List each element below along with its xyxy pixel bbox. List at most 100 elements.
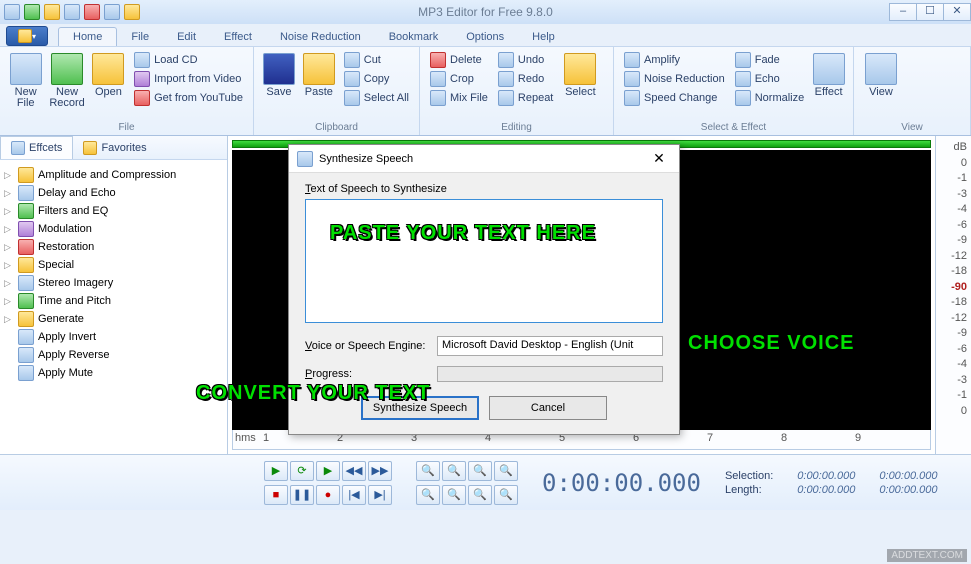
qat-icon[interactable] bbox=[24, 4, 40, 20]
effect-icon bbox=[18, 239, 34, 255]
load-cd-button[interactable]: Load CD bbox=[130, 51, 247, 69]
noise-reduction-button[interactable]: Noise Reduction bbox=[620, 70, 729, 88]
db-tick: -9 bbox=[936, 326, 971, 342]
redo-button[interactable]: Redo bbox=[494, 70, 557, 88]
tree-item[interactable]: ▷Restoration bbox=[4, 238, 223, 256]
panel-tab-effects[interactable]: Effcets bbox=[0, 136, 73, 159]
zoom-out-button[interactable]: 🔍 bbox=[442, 461, 466, 481]
zoom-sel-button[interactable]: 🔍 bbox=[494, 461, 518, 481]
view-button[interactable]: View bbox=[860, 49, 902, 98]
tab-home[interactable]: Home bbox=[58, 27, 117, 46]
skip-start-button[interactable]: |◀ bbox=[342, 485, 366, 505]
db-tick: -3 bbox=[936, 187, 971, 203]
play-select-button[interactable]: ▶ bbox=[316, 461, 340, 481]
tree-item[interactable]: ▷Generate bbox=[4, 310, 223, 328]
select-button[interactable]: Select bbox=[559, 49, 601, 107]
transport-buttons: ▶ ⟳ ▶ ◀◀ ▶▶ ■ ❚❚ ● |◀ ▶| bbox=[264, 461, 392, 505]
repeat-button[interactable]: Repeat bbox=[494, 89, 557, 107]
tab-help[interactable]: Help bbox=[518, 28, 569, 46]
save-button[interactable]: Save bbox=[260, 49, 298, 107]
tree-item[interactable]: ▷Time and Pitch bbox=[4, 292, 223, 310]
qat-icon[interactable] bbox=[4, 4, 20, 20]
tree-item[interactable]: Apply Mute bbox=[4, 364, 223, 382]
zoom-v-out-button[interactable]: 🔍 bbox=[442, 485, 466, 505]
close-button[interactable]: ✕ bbox=[943, 3, 971, 21]
tab-noise-reduction[interactable]: Noise Reduction bbox=[266, 28, 375, 46]
new-file-button[interactable]: New File bbox=[6, 49, 45, 109]
zoom-in-button[interactable]: 🔍 bbox=[416, 461, 440, 481]
tree-item[interactable]: ▷Delay and Echo bbox=[4, 184, 223, 202]
effect-button[interactable]: Effect bbox=[810, 49, 847, 107]
loop-button[interactable]: ⟳ bbox=[290, 461, 314, 481]
panel-tab-favorites[interactable]: Favorites bbox=[73, 136, 156, 159]
stop-button[interactable]: ■ bbox=[264, 485, 288, 505]
fade-button[interactable]: Fade bbox=[731, 51, 809, 69]
tree-item[interactable]: Apply Invert bbox=[4, 328, 223, 346]
zoom-left-button[interactable]: 🔍 bbox=[468, 485, 492, 505]
tree-item[interactable]: ▷Amplitude and Compression bbox=[4, 166, 223, 184]
play-button[interactable]: ▶ bbox=[264, 461, 288, 481]
tree-item[interactable]: ▷Modulation bbox=[4, 220, 223, 238]
app-menu-button[interactable]: ▾ bbox=[6, 26, 48, 46]
select-all-icon bbox=[344, 90, 360, 106]
tree-item[interactable]: ▷Special bbox=[4, 256, 223, 274]
minimize-button[interactable]: – bbox=[889, 3, 917, 21]
effect-icon bbox=[18, 257, 34, 273]
tab-bookmark[interactable]: Bookmark bbox=[375, 28, 453, 46]
paste-button[interactable]: Paste bbox=[300, 49, 338, 107]
delete-icon bbox=[430, 52, 446, 68]
voice-engine-select[interactable]: Microsoft David Desktop - English (Unit bbox=[437, 336, 663, 356]
get-youtube-button[interactable]: Get from YouTube bbox=[130, 89, 247, 107]
tree-item[interactable]: ▷Filters and EQ bbox=[4, 202, 223, 220]
qat-icon[interactable] bbox=[104, 4, 120, 20]
tab-edit[interactable]: Edit bbox=[163, 28, 210, 46]
qat-icon[interactable] bbox=[84, 4, 100, 20]
tree-item-label: Stereo Imagery bbox=[38, 277, 113, 289]
group-label: View bbox=[854, 122, 970, 133]
qat-icon[interactable] bbox=[64, 4, 80, 20]
skip-end-button[interactable]: ▶| bbox=[368, 485, 392, 505]
cut-button[interactable]: Cut bbox=[340, 51, 413, 69]
dialog-close-button[interactable]: ✕ bbox=[647, 150, 671, 168]
speech-text-input[interactable] bbox=[305, 199, 663, 323]
qat-icon[interactable] bbox=[124, 4, 140, 20]
echo-button[interactable]: Echo bbox=[731, 70, 809, 88]
speed-change-button[interactable]: Speed Change bbox=[620, 89, 729, 107]
zoom-fit-button[interactable]: 🔍 bbox=[468, 461, 492, 481]
tab-file[interactable]: File bbox=[117, 28, 163, 46]
tree-item[interactable]: ▷Stereo Imagery bbox=[4, 274, 223, 292]
synthesize-button[interactable]: Synthesize Speech bbox=[361, 396, 479, 420]
synthesize-speech-dialog: Synthesize Speech ✕ Text of Speech to Sy… bbox=[288, 144, 680, 435]
import-video-button[interactable]: Import from Video bbox=[130, 70, 247, 88]
rewind-button[interactable]: ◀◀ bbox=[342, 461, 366, 481]
mix-file-button[interactable]: Mix File bbox=[426, 89, 492, 107]
db-tick: -4 bbox=[936, 202, 971, 218]
delete-button[interactable]: Delete bbox=[426, 51, 492, 69]
paste-icon bbox=[303, 53, 335, 85]
normalize-icon bbox=[735, 90, 751, 106]
qat-icon[interactable] bbox=[44, 4, 60, 20]
pause-button[interactable]: ❚❚ bbox=[290, 485, 314, 505]
normalize-button[interactable]: Normalize bbox=[731, 89, 809, 107]
undo-button[interactable]: Undo bbox=[494, 51, 557, 69]
crop-button[interactable]: Crop bbox=[426, 70, 492, 88]
tree-item[interactable]: Apply Reverse bbox=[4, 346, 223, 364]
db-tick: -1 bbox=[936, 388, 971, 404]
zoom-v-in-button[interactable]: 🔍 bbox=[416, 485, 440, 505]
copy-button[interactable]: Copy bbox=[340, 70, 413, 88]
record-button[interactable]: ● bbox=[316, 485, 340, 505]
zoom-right-button[interactable]: 🔍 bbox=[494, 485, 518, 505]
new-record-button[interactable]: New Record bbox=[47, 49, 86, 109]
select-all-button[interactable]: Select All bbox=[340, 89, 413, 107]
youtube-icon bbox=[134, 90, 150, 106]
tab-options[interactable]: Options bbox=[452, 28, 518, 46]
maximize-button[interactable]: ☐ bbox=[916, 3, 944, 21]
open-button[interactable]: Open bbox=[89, 49, 128, 109]
cancel-button[interactable]: Cancel bbox=[489, 396, 607, 420]
db-tick: -6 bbox=[936, 218, 971, 234]
amplify-button[interactable]: Amplify bbox=[620, 51, 729, 69]
forward-button[interactable]: ▶▶ bbox=[368, 461, 392, 481]
tab-effect[interactable]: Effect bbox=[210, 28, 266, 46]
effects-tree[interactable]: ▷Amplitude and Compression▷Delay and Ech… bbox=[0, 160, 227, 454]
tree-item-label: Generate bbox=[38, 313, 84, 325]
